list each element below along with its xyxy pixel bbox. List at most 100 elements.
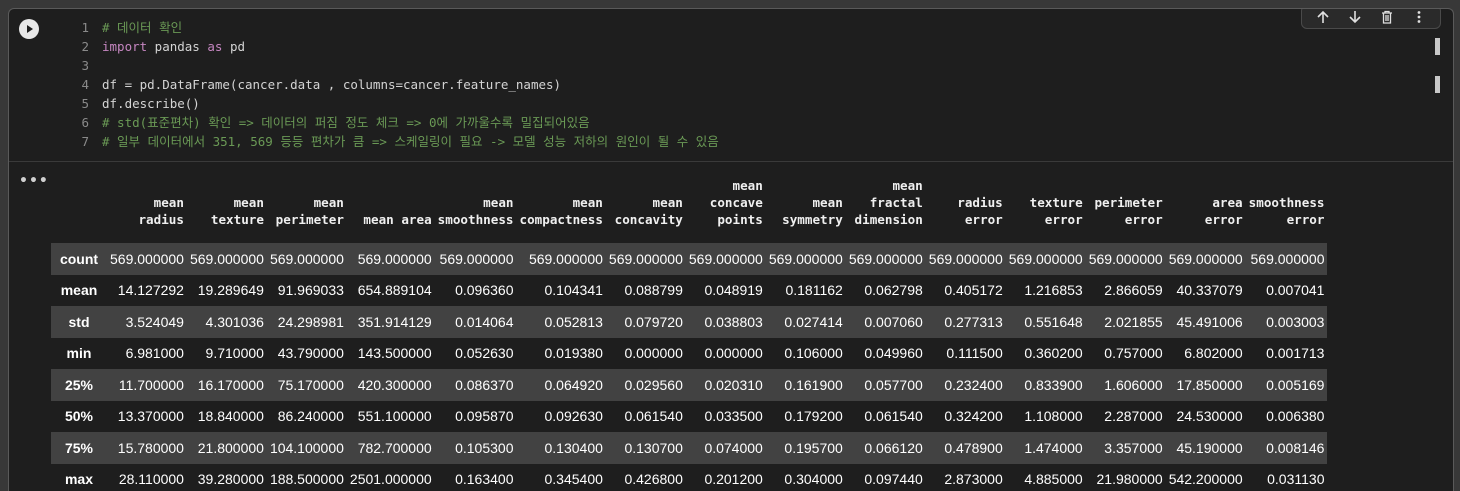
column-header: mean perimeter [267, 175, 347, 243]
code-comment: # 일부 데이터에서 351, 569 등등 편차가 큼 => 스케일링이 필요… [102, 132, 719, 151]
code-text: pandas [147, 37, 207, 56]
table-cell: 0.033500 [686, 401, 766, 433]
table-cell: 0.105300 [435, 432, 517, 464]
notebook-code-cell[interactable]: 1# 데이터 확인2import pandas as pd34df = pd.D… [8, 8, 1454, 491]
table-cell: 0.181162 [766, 275, 846, 307]
table-cell: 24.530000 [1166, 401, 1246, 433]
code-line[interactable]: 6# std(표준편차) 확인 => 데이터의 퍼짐 정도 체크 => 0에 가… [59, 113, 1449, 132]
code-line[interactable]: 7# 일부 데이터에서 351, 569 등등 편차가 큼 => 스케일링이 필… [59, 132, 1449, 151]
table-cell: 16.170000 [187, 369, 267, 401]
run-cell-button[interactable] [19, 19, 39, 39]
table-cell: 104.100000 [267, 432, 347, 464]
table-cell: 0.095870 [435, 401, 517, 433]
table-cell: 0.006380 [1246, 401, 1328, 433]
table-cell: 569.000000 [846, 243, 926, 275]
table-cell: 569.000000 [686, 243, 766, 275]
code-line[interactable]: 2import pandas as pd [59, 37, 1449, 56]
row-header: mean [51, 275, 107, 307]
table-cell: 0.049960 [846, 338, 926, 370]
describe-table: mean radiusmean texturemean perimetermea… [51, 175, 1327, 491]
table-cell: 0.097440 [846, 464, 926, 491]
code-text: df = pd.DataFrame(cancer.data , columns=… [102, 75, 561, 94]
table-cell: 0.360200 [1006, 338, 1086, 370]
scrollbar-marker [1435, 76, 1440, 93]
table-cell: 1.108000 [1006, 401, 1086, 433]
row-header: 25% [51, 369, 107, 401]
column-header: mean fractal dimension [846, 175, 926, 243]
code-editor[interactable]: 1# 데이터 확인2import pandas as pd34df = pd.D… [59, 18, 1449, 151]
table-cell: 0.027414 [766, 306, 846, 338]
code-line[interactable]: 3 [59, 56, 1449, 75]
output-menu-icon[interactable]: ••• [19, 173, 49, 189]
table-cell: 91.969033 [267, 275, 347, 307]
table-cell: 0.052630 [435, 338, 517, 370]
table-row: max28.11000039.280000188.5000002501.0000… [51, 464, 1327, 491]
table-cell: 188.500000 [267, 464, 347, 491]
table-cell: 0.031130 [1246, 464, 1328, 491]
table-cell: 0.007060 [846, 306, 926, 338]
line-number: 1 [59, 18, 102, 37]
code-text: pd [222, 37, 245, 56]
table-cell: 0.277313 [926, 306, 1006, 338]
table-cell: 18.840000 [187, 401, 267, 433]
line-number: 5 [59, 94, 102, 113]
table-cell: 21.980000 [1086, 464, 1166, 491]
table-cell: 0.079720 [606, 306, 686, 338]
table-cell: 0.201200 [686, 464, 766, 491]
column-header: area error [1166, 175, 1246, 243]
table-cell: 0.019380 [517, 338, 606, 370]
table-cell: 569.000000 [107, 243, 187, 275]
code-line[interactable]: 4df = pd.DataFrame(cancer.data , columns… [59, 75, 1449, 94]
table-cell: 0.161900 [766, 369, 846, 401]
table-cell: 0.062798 [846, 275, 926, 307]
table-cell: 0.064920 [517, 369, 606, 401]
table-cell: 569.000000 [347, 243, 435, 275]
table-cell: 86.240000 [267, 401, 347, 433]
table-cell: 0.130700 [606, 432, 686, 464]
table-cell: 39.280000 [187, 464, 267, 491]
code-comment: # std(표준편차) 확인 => 데이터의 퍼짐 정도 체크 => 0에 가까… [102, 113, 590, 132]
table-corner [51, 175, 107, 243]
table-cell: 28.110000 [107, 464, 187, 491]
table-cell: 569.000000 [267, 243, 347, 275]
table-body: count569.000000569.000000569.000000569.0… [51, 243, 1327, 491]
row-header: count [51, 243, 107, 275]
table-cell: 782.700000 [347, 432, 435, 464]
table-cell: 0.478900 [926, 432, 1006, 464]
table-cell: 143.500000 [347, 338, 435, 370]
table-cell: 13.370000 [107, 401, 187, 433]
table-row: std3.5240494.30103624.298981351.9141290.… [51, 306, 1327, 338]
column-header: mean symmetry [766, 175, 846, 243]
table-cell: 0.000000 [686, 338, 766, 370]
column-header: mean area [347, 175, 435, 243]
row-header: 75% [51, 432, 107, 464]
table-cell: 0.048919 [686, 275, 766, 307]
table-row: count569.000000569.000000569.000000569.0… [51, 243, 1327, 275]
table-cell: 0.195700 [766, 432, 846, 464]
row-header: max [51, 464, 107, 491]
column-header: mean concavity [606, 175, 686, 243]
code-keyword: as [207, 37, 222, 56]
table-cell: 75.170000 [267, 369, 347, 401]
line-number: 7 [59, 132, 102, 151]
code-line[interactable]: 5df.describe() [59, 94, 1449, 113]
table-cell: 1.606000 [1086, 369, 1166, 401]
table-cell: 24.298981 [267, 306, 347, 338]
code-line[interactable]: 1# 데이터 확인 [59, 18, 1449, 37]
table-cell: 43.790000 [267, 338, 347, 370]
table-cell: 569.000000 [1006, 243, 1086, 275]
table-cell: 351.914129 [347, 306, 435, 338]
code-keyword: import [102, 37, 147, 56]
row-header: std [51, 306, 107, 338]
table-cell: 0.345400 [517, 464, 606, 491]
table-cell: 11.700000 [107, 369, 187, 401]
table-cell: 569.000000 [1166, 243, 1246, 275]
table-cell: 0.088799 [606, 275, 686, 307]
table-cell: 569.000000 [1246, 243, 1328, 275]
column-header: mean concave points [686, 175, 766, 243]
table-cell: 569.000000 [926, 243, 1006, 275]
table-cell: 0.061540 [846, 401, 926, 433]
table-cell: 19.289649 [187, 275, 267, 307]
column-header: mean radius [107, 175, 187, 243]
table-cell: 0.074000 [686, 432, 766, 464]
